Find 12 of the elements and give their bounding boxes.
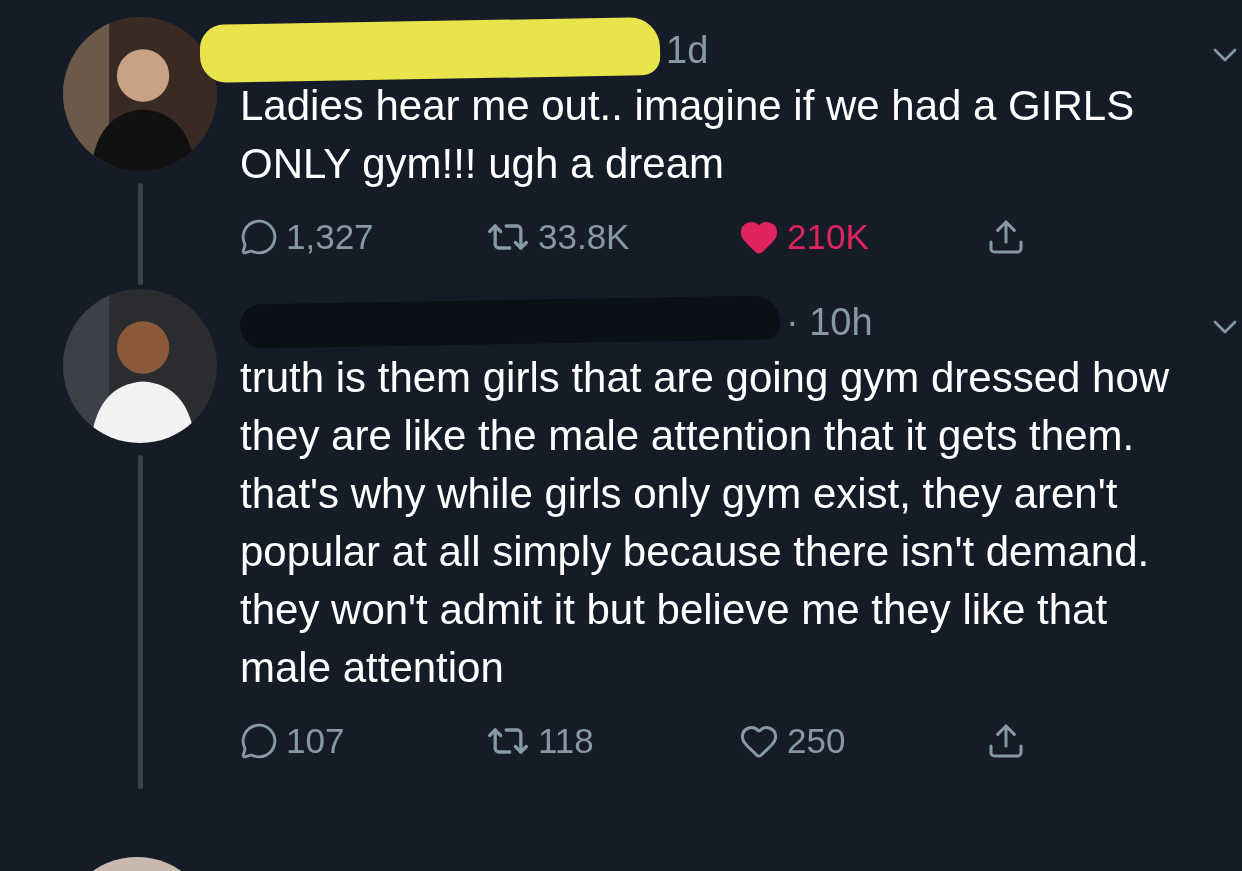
reply-icon	[240, 722, 278, 760]
tweet-time: · 10h	[786, 300, 873, 344]
tweet-time: 1d	[666, 28, 709, 72]
retweet-button[interactable]: 118	[486, 719, 594, 763]
like-button[interactable]: 210K	[739, 217, 869, 257]
tweet-text: Ladies hear me out.. imagine if we had a GIRLS ONLY gym!!! ugh a dream	[240, 81, 1136, 189]
reply-button[interactable]: 1,327	[240, 217, 374, 257]
tweet-text: truth is them girls that are going gym dressed how they are like the male attention that it gets them. that's why while girls only gym exist, they aren't popular at all simply because there isn't demand. they won't admit it but believe me they like that male attention	[240, 353, 1171, 693]
retweet-button[interactable]: 33.8K	[486, 215, 630, 259]
reply-button[interactable]: 107	[240, 721, 345, 761]
reply-icon	[240, 218, 278, 256]
like-button[interactable]: 250	[739, 721, 846, 761]
